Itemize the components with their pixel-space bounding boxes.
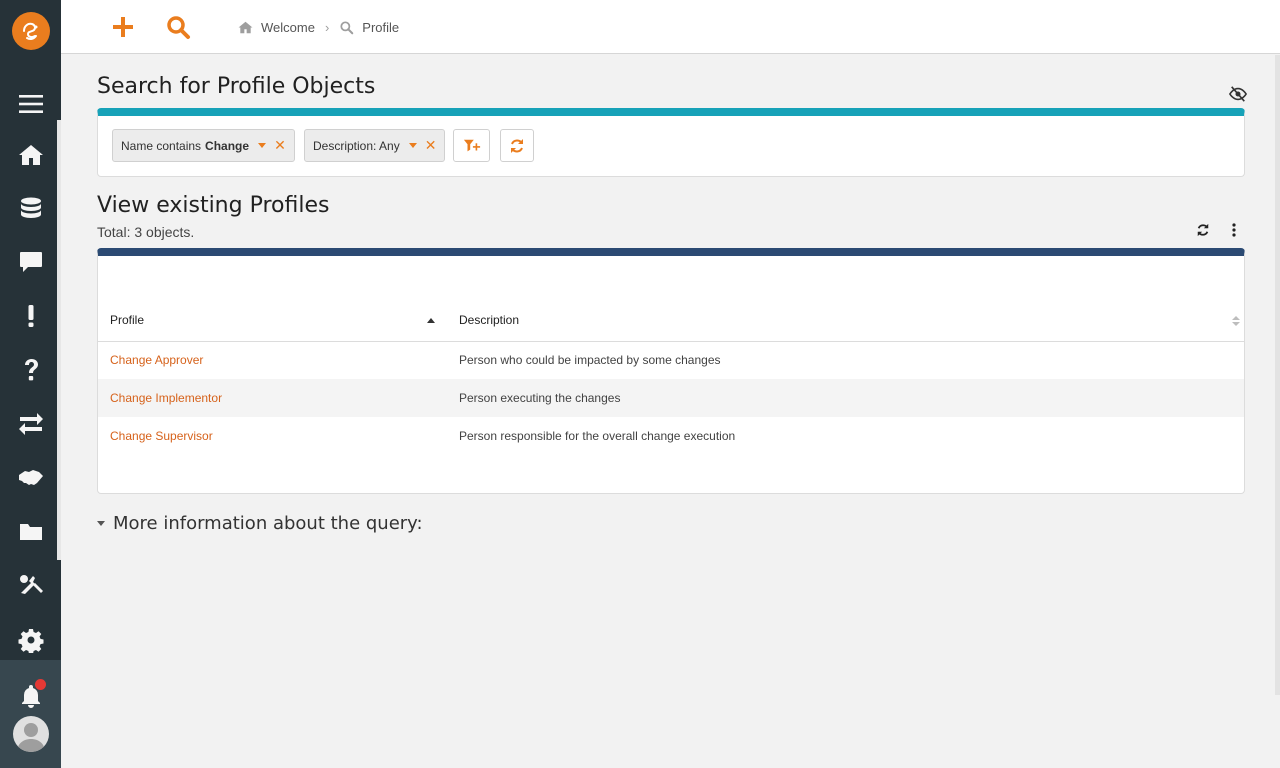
breadcrumb-item-welcome[interactable]: Welcome — [238, 20, 315, 35]
sidebar — [0, 0, 61, 768]
notification-badge — [35, 679, 46, 690]
table-row: Change Implementor Person executing the … — [98, 379, 1244, 417]
plus-icon[interactable] — [107, 11, 139, 43]
folder-icon[interactable] — [0, 510, 61, 554]
refresh-icon — [511, 138, 523, 153]
database-icon[interactable] — [0, 187, 61, 231]
criterion-description[interactable]: Description: Any ✕ — [304, 129, 446, 162]
more-actions-button[interactable] — [1224, 221, 1244, 239]
chat-icon[interactable] — [0, 240, 61, 284]
tools-icon[interactable] — [0, 564, 61, 608]
more-info-label: More information about the query: — [113, 513, 423, 534]
criterion-prefix: Description: Any — [313, 138, 400, 153]
avatar[interactable] — [13, 716, 49, 752]
column-label: Profile — [110, 313, 145, 328]
breadcrumb: Welcome › Profile — [238, 17, 399, 37]
profile-link[interactable]: Change Supervisor — [110, 429, 213, 443]
results-total: Total: 3 objects. — [97, 224, 195, 240]
search-icon — [340, 20, 354, 34]
handshake-icon[interactable] — [0, 456, 61, 500]
hamburger-icon[interactable] — [0, 82, 61, 126]
refresh-icon — [1197, 223, 1209, 237]
search-icon[interactable] — [162, 11, 194, 43]
sort-icon — [1232, 316, 1240, 326]
add-criterion-button[interactable] — [453, 129, 490, 162]
chevron-right-icon: › — [324, 19, 330, 35]
bell-icon[interactable] — [0, 674, 61, 718]
description-cell: Person who could be impacted by some cha… — [459, 353, 721, 368]
eye-slash-icon[interactable] — [1229, 85, 1247, 103]
more-info-toggle[interactable]: More information about the query: — [97, 513, 423, 534]
main-content: Search for Profile Objects Name contains… — [61, 55, 1280, 768]
gear-icon[interactable] — [0, 618, 61, 662]
column-header-profile[interactable]: Profile — [98, 300, 447, 342]
caret-down-icon — [97, 521, 105, 526]
close-icon[interactable]: ✕ — [425, 137, 437, 154]
profile-link[interactable]: Change Implementor — [110, 391, 222, 405]
results-table: Profile Description Change Approver Pers… — [98, 300, 1244, 455]
breadcrumb-label: Profile — [362, 19, 400, 35]
column-label: Description — [459, 313, 520, 328]
refresh-search-button[interactable] — [500, 129, 534, 162]
question-icon[interactable] — [0, 348, 61, 392]
home-icon — [238, 21, 253, 33]
description-cell: Person responsible for the overall chang… — [459, 429, 736, 443]
top-bar: Welcome › Profile — [61, 0, 1280, 54]
description-cell: Person executing the changes — [447, 379, 1244, 417]
arrows-exchange-icon[interactable] — [0, 402, 61, 446]
results-title: View existing Profiles — [97, 193, 330, 218]
refresh-list-button[interactable] — [1193, 221, 1213, 239]
exclamation-icon[interactable] — [0, 294, 61, 338]
sort-ascending-icon — [427, 318, 435, 323]
breadcrumb-label: Welcome — [261, 19, 315, 35]
column-header-description[interactable]: Description — [447, 300, 1244, 342]
app-logo-icon[interactable] — [12, 12, 50, 50]
results-panel: Profile Description Change Approver Pers… — [97, 248, 1245, 494]
filter-plus-icon — [463, 139, 480, 151]
close-icon[interactable]: ✕ — [274, 137, 286, 154]
chevron-down-icon[interactable] — [408, 143, 417, 148]
search-criteria-panel: Name contains Change ✕ Description: Any … — [97, 108, 1245, 177]
search-title: Search for Profile Objects — [97, 74, 376, 99]
chevron-down-icon[interactable] — [258, 143, 267, 148]
criterion-value: Change — [205, 138, 250, 153]
profile-link[interactable]: Change Approver — [110, 353, 203, 367]
criterion-prefix: Name contains — [121, 138, 202, 153]
home-icon[interactable] — [0, 133, 61, 177]
kebab-menu-icon — [1232, 223, 1236, 237]
table-row: Change Approver Person who could be impa… — [98, 341, 1244, 379]
table-row: Change Supervisor Person responsible for… — [98, 417, 1244, 455]
breadcrumb-item-profile[interactable]: Profile — [339, 20, 399, 35]
criterion-name[interactable]: Name contains Change ✕ — [112, 129, 295, 162]
